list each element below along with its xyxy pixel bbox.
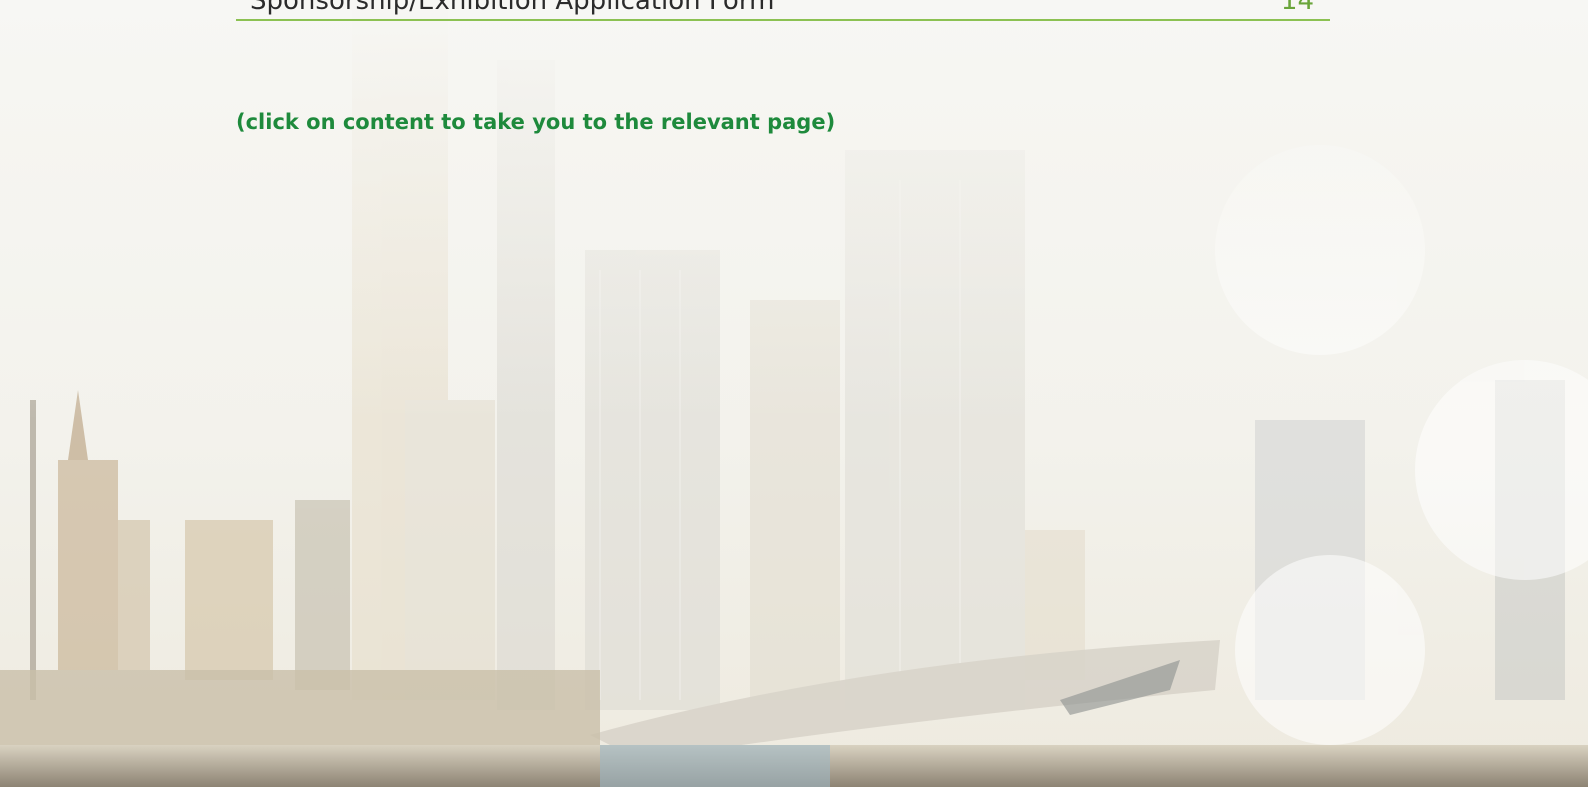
toc-entry-page-number[interactable]: 14 — [1281, 0, 1314, 16]
toc-entry-sponsorship[interactable]: Sponsorship/Exhibition Application Form … — [236, 0, 1330, 21]
document-page: Sponsorship/Exhibition Application Form … — [0, 0, 1588, 787]
toc-instruction-text: (click on content to take you to the rel… — [236, 110, 836, 134]
toc-entry-title[interactable]: Sponsorship/Exhibition Application Form — [250, 0, 774, 16]
